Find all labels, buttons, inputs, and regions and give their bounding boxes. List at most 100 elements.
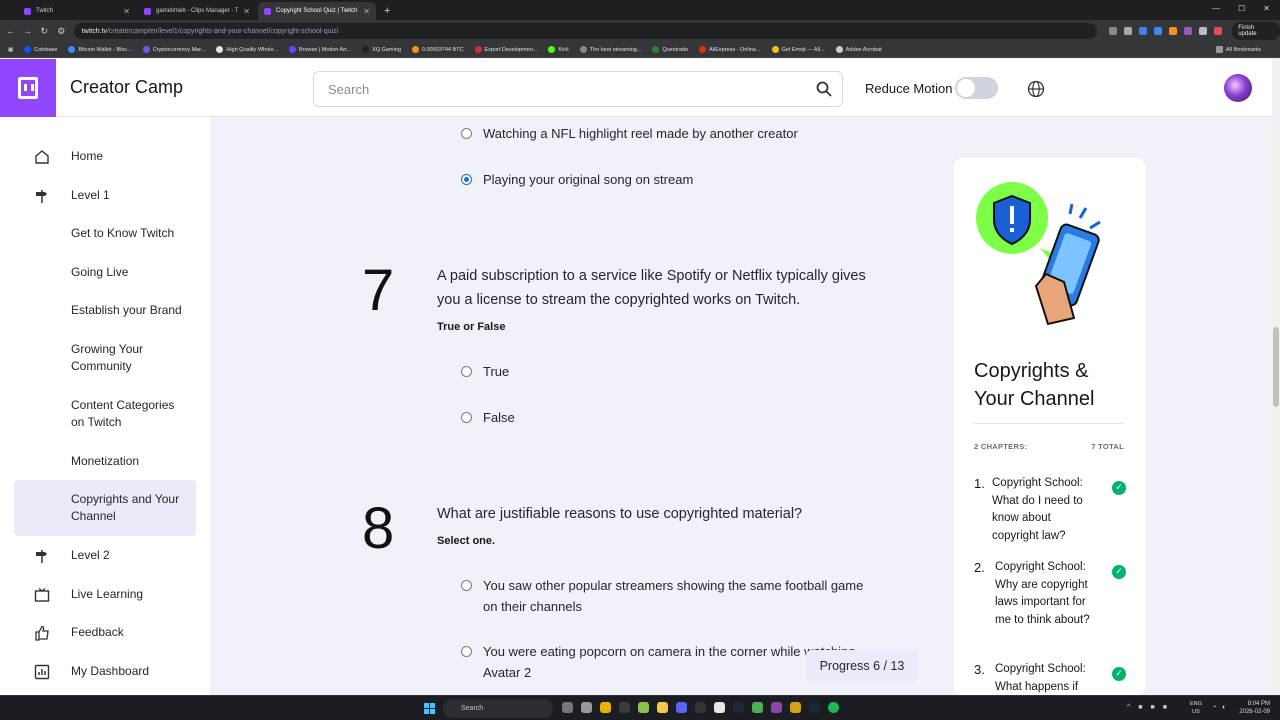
sidebar-item-get-to-know-twitch[interactable]: Get to Know Twitch: [14, 225, 196, 242]
language-indicator[interactable]: ENG US: [1190, 700, 1202, 716]
sidebar-item-home[interactable]: Home: [14, 148, 196, 165]
quiz-option-selected[interactable]: Playing your original song on stream: [461, 169, 693, 190]
sidebar-item-copyrights[interactable]: Copyrights and Your Channel: [14, 480, 196, 536]
search-icon[interactable]: [816, 81, 832, 97]
bookmark[interactable]: Get Emoji — All...: [771, 46, 825, 53]
tray-app-icon[interactable]: ■: [1163, 704, 1167, 711]
apps-icon[interactable]: ▦: [8, 47, 13, 53]
globe-icon[interactable]: [1027, 80, 1045, 98]
sidebar-item-my-dashboard[interactable]: My Dashboard: [14, 663, 196, 680]
new-tab-button[interactable]: +: [384, 2, 390, 20]
radio-button-checked[interactable]: [461, 174, 472, 185]
app-icon[interactable]: [695, 702, 706, 713]
browser-tab[interactable]: Twitch ✕: [18, 2, 136, 20]
search-input[interactable]: Search: [313, 71, 843, 107]
forward-icon[interactable]: →: [21, 26, 34, 36]
app-icon[interactable]: [790, 702, 801, 713]
bookmark[interactable]: Kick: [548, 46, 569, 53]
bookmark[interactable]: 0.00003744 BTC: [411, 46, 464, 53]
bookmark[interactable]: AliExpress - Online...: [699, 46, 761, 53]
bookmark[interactable]: Browse | Motion Arr...: [289, 46, 351, 53]
finish-update-button[interactable]: Finish update: [1232, 22, 1280, 40]
sidebar-item-establish-brand[interactable]: Establish your Brand: [14, 302, 196, 319]
scrollbar-thumb[interactable]: [1273, 327, 1279, 407]
chevron-up-icon[interactable]: ^: [1127, 704, 1130, 711]
chrome-icon[interactable]: [600, 702, 611, 713]
maximize-icon[interactable]: ☐: [1238, 4, 1245, 13]
star-icon[interactable]: [1124, 27, 1133, 35]
app-icon[interactable]: [581, 702, 592, 713]
steam-icon[interactable]: [733, 702, 744, 713]
quiz-option[interactable]: True: [461, 361, 509, 382]
close-tab-icon[interactable]: ✕: [123, 7, 130, 16]
sidebar-item-content-categories[interactable]: Content Categories on Twitch: [14, 397, 196, 431]
zoom-icon[interactable]: [1109, 27, 1118, 35]
back-icon[interactable]: ←: [4, 26, 17, 36]
windows-start-icon[interactable]: [424, 703, 435, 714]
all-bookmarks-button[interactable]: All Bookmarks: [1215, 46, 1261, 53]
bookmark[interactable]: High Quality Whole...: [216, 46, 278, 53]
radio-button[interactable]: [461, 646, 472, 657]
sidebar-item-level-2[interactable]: Level 2: [14, 547, 196, 564]
bookmark[interactable]: The best streaming...: [579, 46, 641, 53]
extension-icon[interactable]: [1169, 27, 1178, 35]
reduce-motion-toggle[interactable]: [955, 77, 998, 99]
radio-button[interactable]: [461, 366, 472, 377]
quiz-option[interactable]: False: [461, 407, 515, 428]
radio-button[interactable]: [461, 580, 472, 591]
browser-tab-active[interactable]: Copyright School Quiz | Twitch ✕: [258, 2, 376, 20]
sidebar-item-going-live[interactable]: Going Live: [14, 264, 196, 281]
avatar[interactable]: [1224, 74, 1252, 102]
brand-title[interactable]: Creator Camp: [70, 77, 183, 98]
bookmark[interactable]: Questrade: [652, 46, 688, 53]
extension-icon[interactable]: [1154, 27, 1163, 35]
app-icon[interactable]: [771, 702, 782, 713]
extension-icon[interactable]: [1184, 27, 1193, 35]
scrollbar[interactable]: [1272, 59, 1280, 695]
twitch-logo[interactable]: [0, 58, 56, 117]
url-field[interactable]: twitch.tv/creatorcamp/en/level1/copyrigh…: [73, 23, 1098, 39]
sidebar-item-monetization[interactable]: Monetization: [14, 453, 196, 470]
close-tab-icon[interactable]: ✕: [243, 7, 250, 16]
bookmark[interactable]: Coinbase: [24, 46, 57, 53]
sidebar-item-live-learning[interactable]: Live Learning: [14, 586, 196, 603]
reload-icon[interactable]: ↻: [38, 26, 51, 37]
radio-button[interactable]: [461, 412, 472, 423]
profile-icon[interactable]: [1214, 27, 1223, 35]
extension-icon[interactable]: [1139, 27, 1148, 35]
radio-button[interactable]: [461, 128, 472, 139]
quiz-option[interactable]: You were eating popcorn on camera in the…: [461, 641, 861, 683]
app-icon[interactable]: [752, 702, 763, 713]
app-icon[interactable]: [619, 702, 630, 713]
bookmark[interactable]: Adobe Acrobat: [835, 46, 882, 53]
spotify-icon[interactable]: [828, 702, 839, 713]
clock[interactable]: 8:04 PM 2026-02-09: [1239, 700, 1270, 716]
discord-icon[interactable]: [676, 702, 687, 713]
tray-status[interactable]: ◔ ◖: [1212, 704, 1225, 711]
site-info-icon[interactable]: ⚙: [55, 26, 68, 37]
app-icon[interactable]: [714, 702, 725, 713]
chapter-item[interactable]: 1. Copyright School: What do I need to k…: [974, 475, 1126, 545]
close-tab-icon[interactable]: ✕: [363, 7, 370, 16]
quiz-option[interactable]: Watching a NFL highlight reel made by an…: [461, 123, 798, 144]
tray-app-icon[interactable]: ■: [1151, 704, 1155, 711]
chapter-item[interactable]: 2. Copyright School: Why are copyright l…: [974, 559, 1126, 629]
steam-icon[interactable]: [809, 702, 820, 713]
tray-app-icon[interactable]: ■: [1138, 704, 1142, 711]
bookmark[interactable]: Bitcoin Wallet - Bloc...: [68, 46, 132, 53]
sidebar-item-level-1[interactable]: Level 1: [14, 187, 196, 204]
file-explorer-icon[interactable]: [657, 702, 668, 713]
browser-tab[interactable]: gametimeb - Clips Manager - T ✕: [138, 2, 256, 20]
taskbar-search[interactable]: Search: [443, 699, 553, 718]
bookmark[interactable]: Cryptocurrency Mar...: [142, 46, 205, 53]
bookmark[interactable]: XQ Gaming: [362, 46, 401, 53]
chapter-item[interactable]: 3. Copyright School: What happens if ✓: [974, 661, 1126, 696]
bookmark[interactable]: Export Developmen...: [474, 46, 537, 53]
sidebar-item-growing-community[interactable]: Growing Your Community: [14, 341, 196, 375]
app-icon[interactable]: [638, 702, 649, 713]
quiz-option[interactable]: You saw other popular streamers showing …: [461, 575, 881, 617]
close-window-icon[interactable]: ✕: [1263, 4, 1270, 13]
minimize-icon[interactable]: —: [1212, 4, 1220, 13]
sidebar-item-feedback[interactable]: Feedback: [14, 624, 196, 641]
task-view-icon[interactable]: [562, 702, 573, 713]
